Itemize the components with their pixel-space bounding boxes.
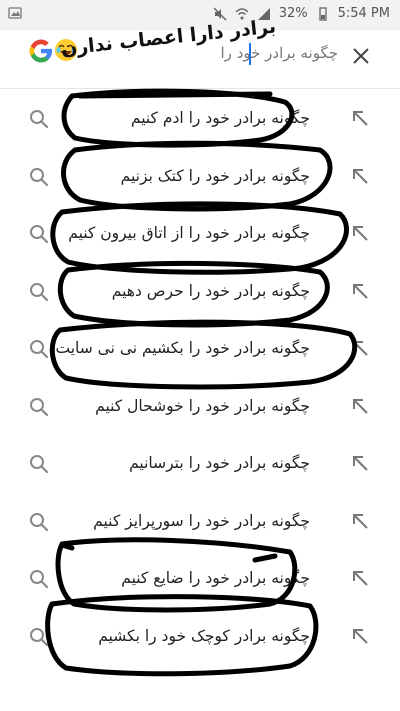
suggestion-list: چگونه برادر خود را ادم کنیم چگونه برادر خ…: [0, 92, 400, 667]
fill-query-arrow-icon[interactable]: [350, 396, 370, 416]
suggestion-label: چگونه برادر خود را از اتاق بیرون کنیم: [68, 224, 310, 242]
battery-icon: [318, 6, 327, 21]
close-icon[interactable]: [350, 45, 372, 67]
suggestion-label: چگونه برادر خود را کتک بزنیم: [120, 166, 310, 185]
search-input[interactable]: چگونه برادر خود را: [221, 44, 338, 62]
suggestion-row[interactable]: چگونه برادر کوچک خود را بکشیم: [0, 610, 400, 668]
suggestion-label: چگونه برادر خود را بکشیم نی نی سایت: [55, 339, 310, 357]
suggestion-row[interactable]: چگونه برادر خود را ادم کنیم: [0, 92, 400, 150]
fill-query-arrow-icon[interactable]: [350, 568, 370, 588]
fill-query-arrow-icon[interactable]: [350, 338, 370, 358]
suggestion-row[interactable]: چگونه برادر خود را حرص دهیم: [0, 265, 400, 323]
clock: 5:54 PM: [337, 6, 390, 21]
fill-query-arrow-icon[interactable]: [350, 626, 370, 646]
fill-query-arrow-icon[interactable]: [350, 453, 370, 473]
suggestion-row[interactable]: چگونه برادر خود را از اتاق بیرون کنیم: [0, 207, 400, 265]
fill-query-arrow-icon[interactable]: [350, 166, 370, 186]
text-cursor: [249, 43, 251, 65]
suggestion-row[interactable]: چگونه برادر خود را سورپرایز کنیم: [0, 495, 400, 553]
suggestion-label: چگونه برادر خود را ضایع کنیم: [121, 569, 310, 587]
suggestion-label: چگونه برادر کوچک خود را بکشیم: [98, 626, 310, 645]
suggestion-label: چگونه برادر خود را ادم کنیم: [130, 109, 310, 127]
suggestion-label: چگونه برادر خود را حرص دهیم: [111, 281, 310, 300]
search-icon: [30, 512, 49, 531]
fill-query-arrow-icon[interactable]: [350, 511, 370, 531]
suggestion-label: چگونه برادر خود را خوشحال کنیم: [95, 396, 310, 415]
fill-query-arrow-icon[interactable]: [350, 108, 370, 128]
search-icon: [30, 225, 49, 244]
mute-icon: [213, 6, 227, 21]
search-icon: [30, 455, 49, 474]
search-icon: [30, 282, 49, 301]
suggestion-label: چگونه برادر خود را سورپرایز کنیم: [93, 511, 310, 530]
search-icon: [30, 397, 49, 416]
search-icon: [30, 340, 49, 359]
search-icon: [30, 167, 49, 186]
suggestion-row[interactable]: چگونه برادر خود را بترسانیم: [0, 437, 400, 495]
battery-percent: 32%: [278, 6, 308, 21]
suggestion-label: چگونه برادر خود را بترسانیم: [129, 454, 310, 472]
suggestion-row[interactable]: چگونه برادر خود را ضایع کنیم: [0, 552, 400, 610]
search-icon: [30, 570, 49, 589]
image-notification-icon: [8, 6, 22, 24]
search-icon: [30, 110, 49, 129]
google-logo: [29, 39, 52, 63]
suggestion-row[interactable]: چگونه برادر خود را کتک بزنیم: [0, 150, 400, 208]
search-icon: [30, 627, 49, 646]
fill-query-arrow-icon[interactable]: [350, 223, 370, 243]
suggestion-row[interactable]: چگونه برادر خود را خوشحال کنیم: [0, 380, 400, 438]
suggestion-row[interactable]: چگونه برادر خود را بکشیم نی نی سایت: [0, 322, 400, 380]
fill-query-arrow-icon[interactable]: [350, 281, 370, 301]
